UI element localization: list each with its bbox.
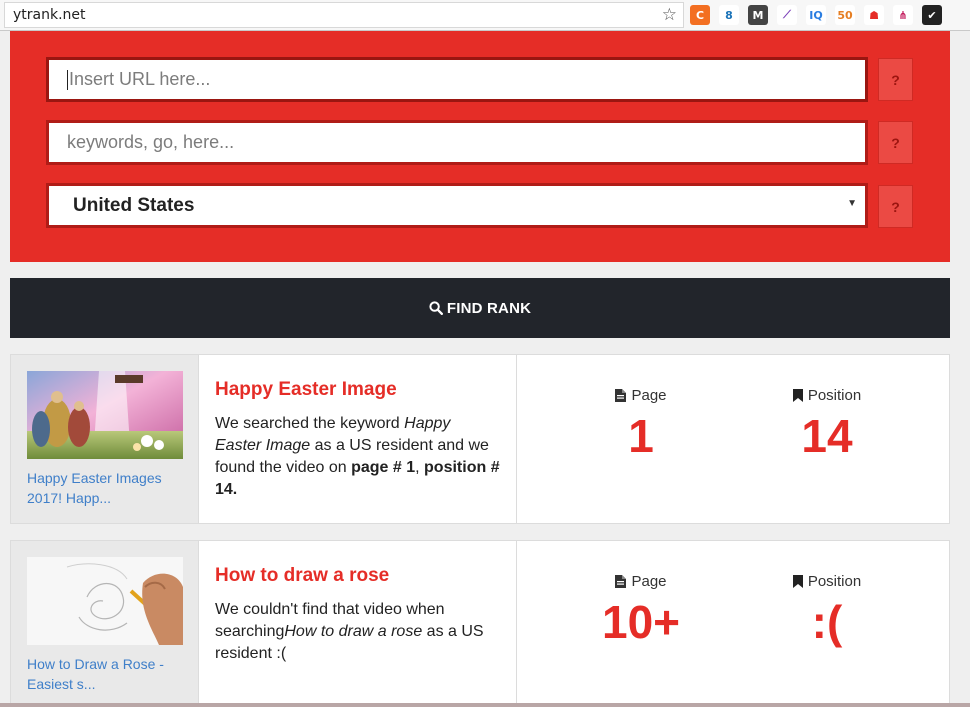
m-extension-icon[interactable]: M [748, 5, 768, 25]
person-extension-icon[interactable]: 8 [719, 5, 739, 25]
text-caret [67, 69, 68, 90]
result-description: Happy Easter Image We searched the keywo… [199, 355, 517, 523]
position-stat: Position 14 [727, 387, 927, 464]
red-extension-icon[interactable]: ☗ [864, 5, 884, 25]
document-icon [615, 575, 627, 588]
keywords-input[interactable]: keywords, go, here... [46, 120, 868, 165]
iq-extension-icon[interactable]: IQ [806, 5, 826, 25]
browser-toolbar: ytrank.net ☆ C 8 M ⟋ IQ 50 ☗ ⋔ ✔ [0, 0, 970, 31]
thumbnail-column: Happy Easter Images 2017! Happ... [11, 355, 199, 523]
page-label-text: Page [631, 387, 667, 404]
find-rank-label: FIND RANK [446, 299, 532, 317]
share-extension-icon[interactable]: ⋔ [893, 5, 913, 25]
keywords-help-button[interactable]: ? [878, 121, 913, 164]
page-label: Page [541, 387, 741, 404]
bookmark-icon [792, 389, 803, 402]
video-thumbnail[interactable] [27, 371, 183, 459]
country-select-value: United States [73, 194, 195, 216]
country-select[interactable]: United States ▼ [46, 183, 868, 228]
video-thumbnail[interactable] [27, 557, 183, 645]
page-value: 10+ [601, 596, 681, 648]
document-icon [615, 389, 627, 402]
position-label-text: Position [807, 573, 862, 590]
taskbar-edge [0, 703, 970, 707]
video-title: Happy Easter Image [215, 379, 397, 400]
address-bar[interactable]: ytrank.net ☆ [4, 2, 684, 28]
bookmark-star-icon[interactable]: ☆ [662, 5, 677, 25]
check-extension-icon[interactable]: ✔ [922, 5, 942, 25]
feather-extension-icon[interactable]: ⟋ [777, 5, 797, 25]
page-label-text: Page [631, 573, 667, 590]
keywords-input-placeholder: keywords, go, here... [67, 132, 235, 152]
dropdown-arrow-icon: ▼ [847, 198, 857, 209]
result-card: Happy Easter Images 2017! Happ... Happy … [10, 354, 950, 524]
find-rank-button[interactable]: FIND RANK [10, 278, 950, 338]
page-stat: Page 1 [541, 387, 741, 464]
result-card: How to Draw a Rose - Easiest s... How to… [10, 540, 950, 707]
video-link[interactable]: Happy Easter Images 2017! Happ... [27, 468, 187, 508]
summary-text: , [415, 459, 425, 476]
rank-stats: Page 10+ Position :( [517, 541, 949, 707]
summary-keyword: How to draw a rose [284, 623, 423, 640]
summary-page: page # 1 [351, 459, 416, 476]
extension-icons: C 8 M ⟋ IQ 50 ☗ ⋔ ✔ [690, 3, 942, 27]
result-summary: We couldn't find that video when searchi… [215, 599, 500, 665]
seo-extension-icon[interactable]: 50 [835, 5, 855, 25]
address-url: ytrank.net [13, 7, 86, 23]
search-form: Insert URL here... ? keywords, go, here.… [10, 31, 950, 262]
url-help-button[interactable]: ? [878, 58, 913, 101]
rank-stats: Page 1 Position 14 [517, 355, 949, 523]
bookmark-icon [792, 575, 803, 588]
url-input[interactable]: Insert URL here... [46, 57, 868, 102]
position-value: 14 [801, 410, 853, 462]
url-input-placeholder: Insert URL here... [69, 69, 211, 89]
position-label: Position [727, 387, 927, 404]
position-stat: Position :( [727, 573, 927, 650]
country-help-button[interactable]: ? [878, 185, 913, 228]
position-value: :( [811, 596, 843, 648]
summary-text: We searched the keyword [215, 415, 405, 432]
result-description: How to draw a rose We couldn't find that… [199, 541, 517, 707]
position-label-text: Position [807, 387, 862, 404]
result-summary: We searched the keyword Happy Easter Ima… [215, 413, 500, 501]
c-extension-icon[interactable]: C [690, 5, 710, 25]
video-title: How to draw a rose [215, 565, 390, 586]
position-label: Position [727, 573, 927, 590]
video-link[interactable]: How to Draw a Rose - Easiest s... [27, 654, 187, 694]
search-icon [429, 301, 443, 315]
page-stat: Page 10+ [541, 573, 741, 650]
thumbnail-column: How to Draw a Rose - Easiest s... [11, 541, 199, 707]
page-value: 1 [628, 410, 654, 462]
page-label: Page [541, 573, 741, 590]
